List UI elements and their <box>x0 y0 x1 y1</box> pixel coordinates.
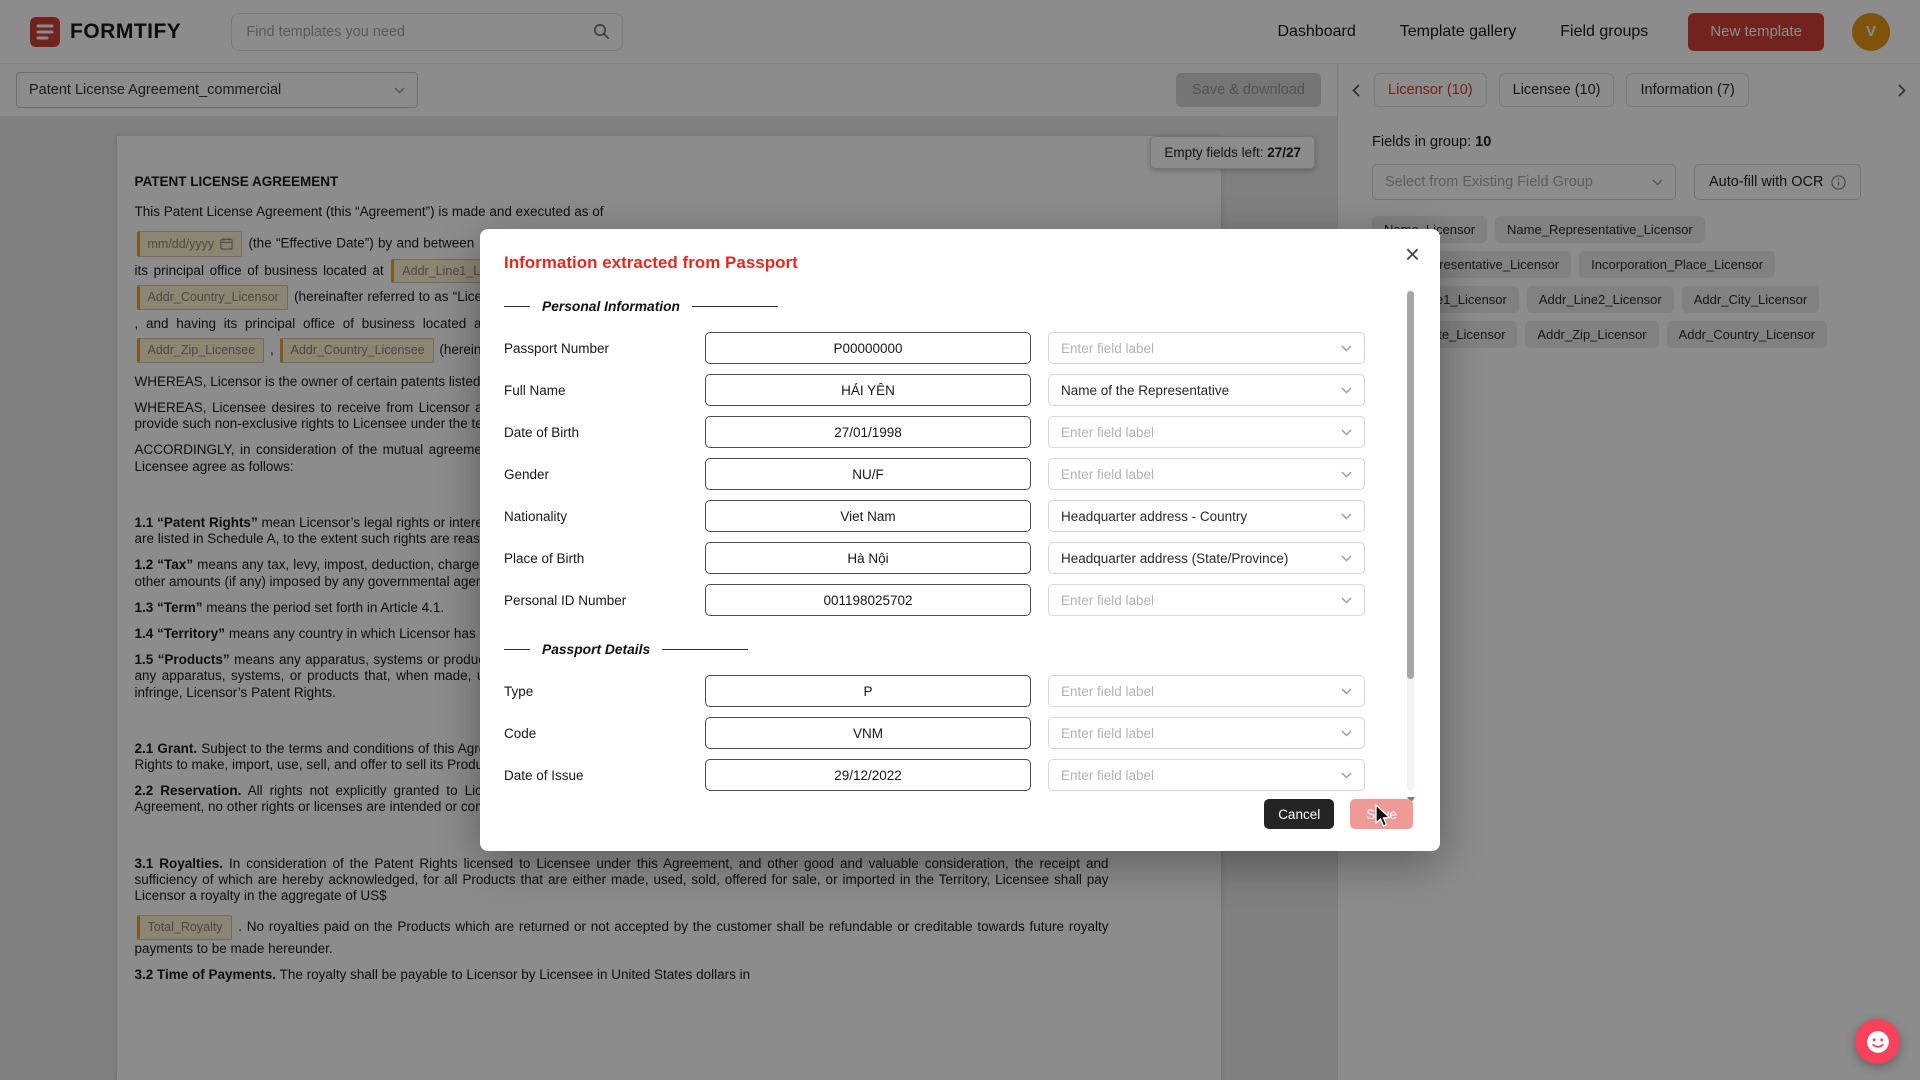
modal-title: Information extracted from Passport <box>504 253 1440 273</box>
extracted-row-date-of-issue: Date of Issue Enter field label <box>504 759 1440 791</box>
section-heading-personal-information: Personal Information <box>504 299 1440 314</box>
extracted-row-personal-id-number: Personal ID Number Enter field label <box>504 584 1440 616</box>
modal-body: Personal Information Passport Number Enter… <box>504 299 1440 791</box>
extracted-value-full-name[interactable] <box>705 374 1031 406</box>
extracted-value-nationality[interactable] <box>705 500 1031 532</box>
chat-button[interactable] <box>1855 1019 1900 1064</box>
extracted-value-passport-number[interactable] <box>705 332 1031 364</box>
extracted-label-type: Type <box>504 684 688 699</box>
extracted-label-nationality: Nationality <box>504 509 688 524</box>
close-icon[interactable]: × <box>1405 241 1420 267</box>
chevron-down-icon <box>1341 555 1352 562</box>
extracted-value-date-of-issue[interactable] <box>705 759 1031 791</box>
field-label-select-date-of-issue[interactable]: Enter field label <box>1048 759 1365 791</box>
smiley-icon <box>1865 1029 1891 1055</box>
chevron-down-icon <box>1341 730 1352 737</box>
extracted-value-type[interactable] <box>705 675 1031 707</box>
extracted-row-passport-number: Passport Number Enter field label <box>504 332 1440 364</box>
extracted-value-place-of-birth[interactable] <box>705 542 1031 574</box>
field-label-select-full-name[interactable]: Name of the Representative <box>1048 374 1365 406</box>
extracted-label-gender: Gender <box>504 467 688 482</box>
extracted-label-place-of-birth: Place of Birth <box>504 551 688 566</box>
extracted-row-full-name: Full Name Name of the Representative <box>504 374 1440 406</box>
save-button[interactable]: Save <box>1350 799 1413 829</box>
chevron-down-icon <box>1341 597 1352 604</box>
chevron-down-icon <box>1341 688 1352 695</box>
cancel-button[interactable]: Cancel <box>1264 799 1334 829</box>
extracted-value-personal-id-number[interactable] <box>705 584 1031 616</box>
extracted-row-type: Type Enter field label <box>504 675 1440 707</box>
field-label-select-place-of-birth[interactable]: Headquarter address (State/Province) <box>1048 542 1365 574</box>
extracted-label-passport-number: Passport Number <box>504 341 688 356</box>
modal-scrollbar-thumb[interactable] <box>1407 291 1414 679</box>
field-label-select-passport-number[interactable]: Enter field label <box>1048 332 1365 364</box>
extracted-label-date-of-birth: Date of Birth <box>504 425 688 440</box>
extracted-label-full-name: Full Name <box>504 383 688 398</box>
extracted-value-gender[interactable] <box>705 458 1031 490</box>
field-label-select-nationality[interactable]: Headquarter address - Country <box>1048 500 1365 532</box>
chevron-down-icon <box>1341 513 1352 520</box>
extracted-label-date-of-issue: Date of Issue <box>504 768 688 783</box>
extracted-row-date-of-birth: Date of Birth Enter field label <box>504 416 1440 448</box>
field-label-select-gender[interactable]: Enter field label <box>1048 458 1365 490</box>
extracted-label-code: Code <box>504 726 688 741</box>
field-label-select-personal-id-number[interactable]: Enter field label <box>1048 584 1365 616</box>
field-label-select-date-of-birth[interactable]: Enter field label <box>1048 416 1365 448</box>
passport-extraction-modal: Information extracted from Passport × Pe… <box>480 229 1440 851</box>
modal-footer: Cancel Save <box>1264 799 1413 829</box>
extracted-label-personal-id-number: Personal ID Number <box>504 593 688 608</box>
chevron-down-icon <box>1341 429 1352 436</box>
field-label-select-code[interactable]: Enter field label <box>1048 717 1365 749</box>
extracted-row-gender: Gender Enter field label <box>504 458 1440 490</box>
chevron-down-icon <box>1341 471 1352 478</box>
chevron-down-icon <box>1341 387 1352 394</box>
field-label-select-type[interactable]: Enter field label <box>1048 675 1365 707</box>
chevron-down-icon <box>1341 772 1352 779</box>
section-heading-passport-details: Passport Details <box>504 642 1440 657</box>
extracted-row-nationality: Nationality Headquarter address - Country <box>504 500 1440 532</box>
extracted-row-code: Code Enter field label <box>504 717 1440 749</box>
extracted-row-place-of-birth: Place of Birth Headquarter address (State… <box>504 542 1440 574</box>
extracted-value-date-of-birth[interactable] <box>705 416 1031 448</box>
modal-scrollbar[interactable] <box>1407 289 1414 791</box>
extracted-value-code[interactable] <box>705 717 1031 749</box>
chevron-down-icon <box>1341 345 1352 352</box>
